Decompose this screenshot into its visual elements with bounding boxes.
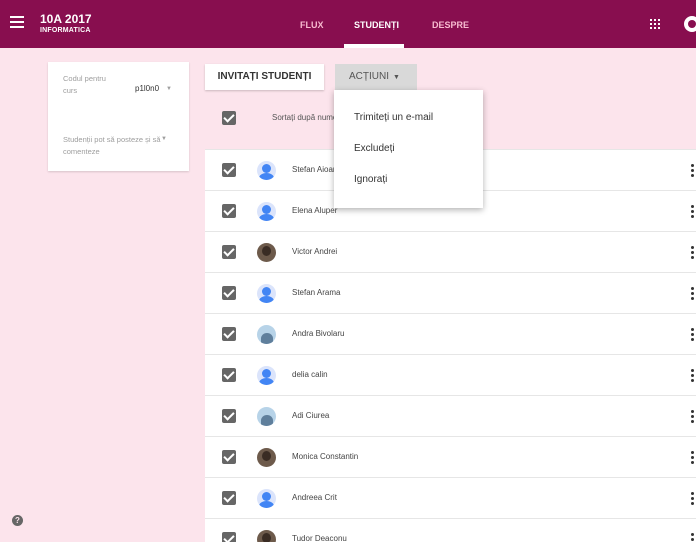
- actions-dropdown-menu: Trimiteți un e-mail Excludeți Ignorați: [334, 90, 483, 208]
- list-item: Adi Ciurea: [205, 395, 696, 436]
- menu-item-mute[interactable]: Ignorați: [354, 174, 387, 185]
- student-name[interactable]: Adi Ciurea: [292, 411, 329, 420]
- more-vert-icon[interactable]: [691, 451, 695, 464]
- top-app-bar: 10A 2017 INFORMATICA FLUX STUDENȚI DESPR…: [0, 0, 696, 48]
- list-item: Tudor Deaconu: [205, 518, 696, 542]
- avatar: [257, 325, 276, 344]
- sort-by-name-select[interactable]: Sortați după nume: [272, 113, 334, 122]
- class-title[interactable]: 10A 2017: [40, 12, 92, 26]
- more-vert-icon[interactable]: [691, 533, 695, 542]
- student-checkbox[interactable]: [222, 286, 236, 300]
- select-all-checkbox[interactable]: [222, 111, 236, 125]
- student-name[interactable]: delia calin: [292, 370, 328, 379]
- more-vert-icon[interactable]: [691, 492, 695, 505]
- student-checkbox[interactable]: [222, 409, 236, 423]
- student-name[interactable]: Andreea Crit: [292, 493, 337, 502]
- more-vert-icon[interactable]: [691, 164, 695, 177]
- more-vert-icon[interactable]: [691, 328, 695, 341]
- more-vert-icon[interactable]: [691, 246, 695, 259]
- student-checkbox[interactable]: [222, 204, 236, 218]
- avatar: [257, 202, 276, 221]
- class-section: INFORMATICA: [40, 27, 91, 34]
- more-vert-icon[interactable]: [691, 205, 695, 218]
- chevron-down-icon: ▼: [393, 74, 400, 81]
- student-checkbox[interactable]: [222, 245, 236, 259]
- student-permissions-select[interactable]: Studenții pot să posteze și să comenteze: [63, 134, 163, 158]
- student-checkbox[interactable]: [222, 532, 236, 542]
- list-item: Andra Bivolaru: [205, 313, 696, 354]
- help-icon[interactable]: ?: [12, 515, 23, 526]
- menu-item-send-email[interactable]: Trimiteți un e-mail: [354, 112, 433, 123]
- student-name[interactable]: Elena Aluper: [292, 206, 337, 215]
- student-checkbox[interactable]: [222, 368, 236, 382]
- hamburger-menu-icon[interactable]: [10, 16, 24, 28]
- account-avatar-icon[interactable]: [684, 16, 696, 32]
- tab-despre[interactable]: DESPRE: [432, 20, 469, 30]
- avatar: [257, 530, 276, 542]
- student-name[interactable]: Victor Andrei: [292, 247, 337, 256]
- chevron-down-icon[interactable]: ▼: [166, 86, 172, 92]
- tab-flux[interactable]: FLUX: [300, 20, 324, 30]
- list-item: Monica Constantin: [205, 436, 696, 477]
- student-checkbox[interactable]: [222, 450, 236, 464]
- avatar: [257, 407, 276, 426]
- avatar: [257, 448, 276, 467]
- list-item: delia calin: [205, 354, 696, 395]
- class-settings-card: Codul pentru curs p1l0n0 ▼ Studenții pot…: [48, 62, 189, 171]
- class-code-label: Codul pentru curs: [63, 74, 106, 95]
- list-item: Andreea Crit: [205, 477, 696, 518]
- avatar: [257, 366, 276, 385]
- student-name[interactable]: Stefan Arama: [292, 288, 340, 297]
- active-tab-indicator: [344, 44, 404, 48]
- avatar: [257, 161, 276, 180]
- student-name[interactable]: Tudor Deaconu: [292, 534, 347, 542]
- student-name[interactable]: Andra Bivolaru: [292, 329, 344, 338]
- avatar: [257, 489, 276, 508]
- avatar: [257, 284, 276, 303]
- more-vert-icon[interactable]: [691, 369, 695, 382]
- invite-students-button[interactable]: INVITAȚI STUDENȚI: [205, 64, 324, 90]
- class-code-value[interactable]: p1l0n0: [135, 84, 159, 93]
- more-vert-icon[interactable]: [691, 287, 695, 300]
- actions-button-label: ACȚIUNI: [349, 71, 389, 82]
- student-checkbox[interactable]: [222, 327, 236, 341]
- avatar: [257, 243, 276, 262]
- list-item: Victor Andrei: [205, 231, 696, 272]
- actions-menu-button[interactable]: ACȚIUNI ▼: [335, 64, 417, 90]
- more-vert-icon[interactable]: [691, 410, 695, 423]
- list-item: Stefan Arama: [205, 272, 696, 313]
- menu-item-remove[interactable]: Excludeți: [354, 143, 395, 154]
- chevron-down-icon[interactable]: ▼: [161, 136, 167, 142]
- student-checkbox[interactable]: [222, 163, 236, 177]
- student-checkbox[interactable]: [222, 491, 236, 505]
- student-name[interactable]: Monica Constantin: [292, 452, 358, 461]
- apps-grid-icon[interactable]: [650, 19, 660, 29]
- tab-studenti[interactable]: STUDENȚI: [354, 20, 399, 30]
